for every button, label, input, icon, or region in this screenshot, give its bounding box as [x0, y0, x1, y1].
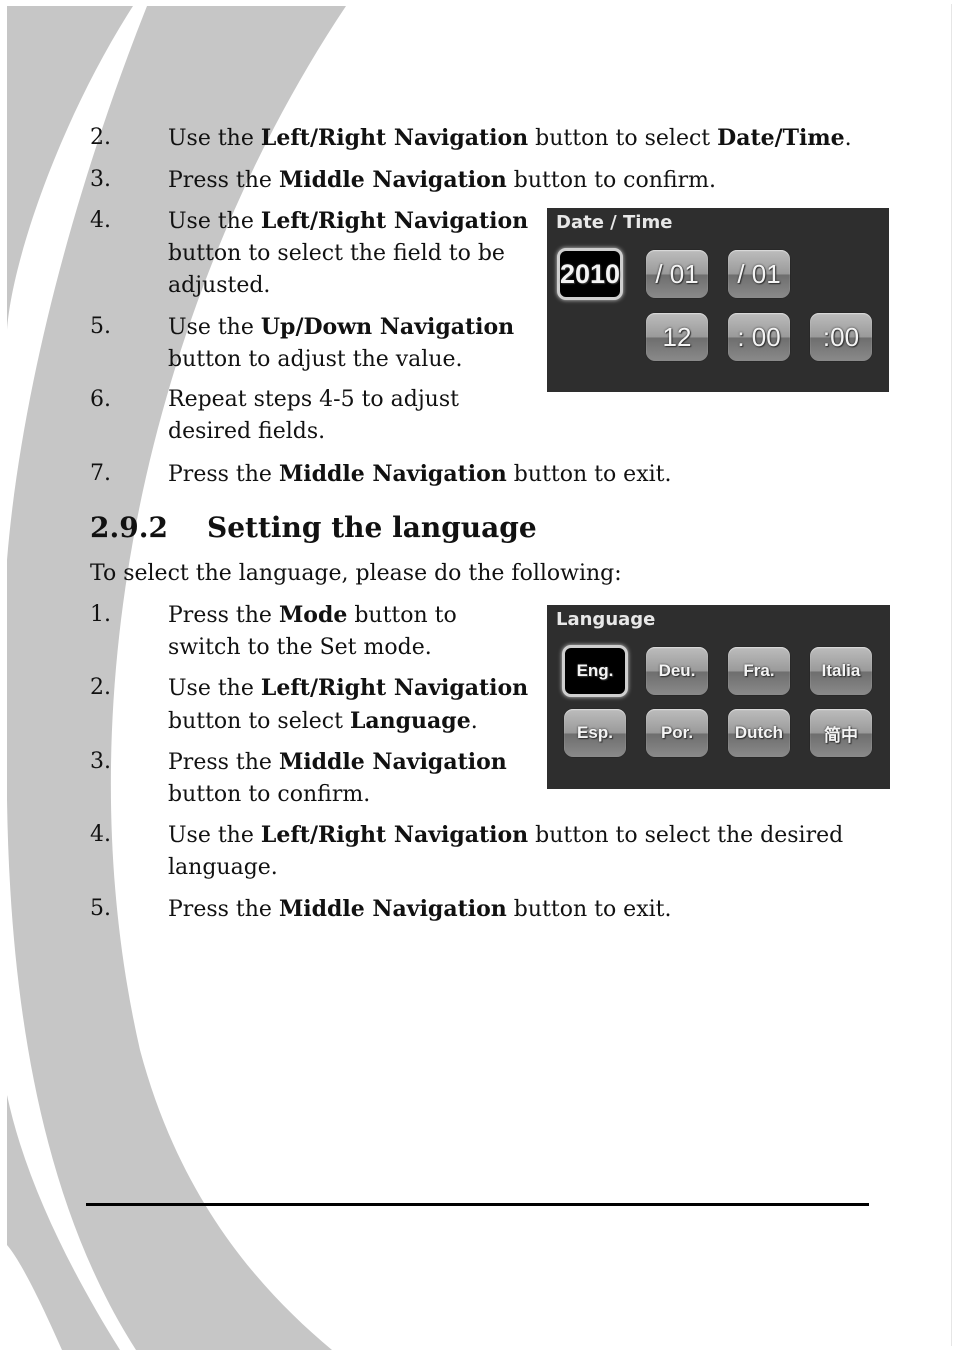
text-run: . [470, 709, 478, 734]
step-number: 4. [90, 208, 111, 233]
text-run: desired fields. [168, 419, 326, 444]
step-text: Press the Mode button to switch to the Se… [168, 599, 457, 664]
language-option-portuguese: Por. [646, 709, 708, 757]
step-number: 2. [90, 675, 111, 700]
language-option-german: Deu. [646, 647, 708, 695]
text-run: button to exit. [506, 462, 672, 487]
bold-term: Date/Time [717, 125, 845, 151]
text-run: button to adjust the value. [168, 347, 463, 372]
language-screen-image: Language Eng. Deu. Fra. Italia Esp. Por.… [547, 605, 890, 789]
step-text: Use the Left/Right Navigation button to s… [168, 672, 528, 738]
language-option-spanish: Esp. [564, 709, 626, 757]
text-run: Use the [168, 209, 261, 234]
text-run: Use the [168, 126, 261, 151]
text-run: Press the [168, 897, 279, 922]
bold-term: Left/Right Navigation [260, 125, 529, 151]
datetime-field-month: / 01 [646, 250, 708, 298]
language-option-french: Fra. [728, 647, 790, 695]
step-text: Press the Middle Navigation button to con… [168, 746, 507, 811]
text-run: Use the [168, 823, 261, 848]
step-number: 3. [90, 749, 111, 774]
text-run: button to [347, 603, 457, 628]
section-number: 2.9.2 [90, 511, 168, 544]
step-text: Press the Middle Navigation button to ex… [168, 893, 671, 926]
step-text: Press the Middle Navigation button to co… [168, 164, 716, 197]
text-run: Repeat steps 4-5 to adjust [168, 387, 459, 412]
step-number: 1. [90, 602, 111, 627]
step-text: Use the Left/Right Navigation button to … [168, 819, 843, 884]
section-title: Setting the language [207, 511, 537, 544]
bold-term: Left/Right Navigation [260, 208, 529, 234]
datetime-field-day: / 01 [728, 250, 790, 298]
text-run: button to select the field to be [168, 241, 505, 266]
text-run: . [844, 126, 852, 151]
text-run: button to select the desired [528, 823, 844, 848]
bold-term: Up/Down Navigation [260, 314, 515, 340]
text-run: Use the [168, 676, 261, 701]
text-run: adjusted. [168, 273, 271, 298]
bold-term: Middle Navigation [278, 167, 507, 193]
text-run: button to select [168, 709, 350, 734]
text-run: button to select [528, 126, 718, 151]
bold-term: Middle Navigation [278, 461, 507, 487]
step-number: 5. [90, 896, 111, 921]
text-run: Press the [168, 750, 279, 775]
text-run: button to confirm. [506, 168, 716, 193]
bold-term: Middle Navigation [278, 896, 507, 922]
step-number: 2. [90, 125, 111, 150]
datetime-field-hour: 12 [646, 313, 708, 361]
language-option-italian: Italia [810, 647, 872, 695]
footer-rule [86, 1203, 869, 1206]
bold-term: Left/Right Navigation [260, 822, 529, 848]
bold-term: Middle Navigation [278, 749, 507, 775]
step-text: Repeat steps 4-5 to adjust desired fields… [168, 384, 459, 448]
bold-term: Language [349, 708, 471, 734]
step-text: Press the Middle Navigation button to ex… [168, 458, 671, 491]
step-number: 7. [90, 461, 111, 486]
step-number: 3. [90, 167, 111, 192]
datetime-field-minute: : 00 [728, 313, 790, 361]
step-text: Use the Left/Right Navigation button to … [168, 122, 852, 155]
manual-page: 2. Use the Left/Right Navigation button … [0, 0, 954, 1350]
text-run: button to exit. [506, 897, 672, 922]
datetime-field-second: :00 [810, 313, 872, 361]
bold-term: Left/Right Navigation [260, 675, 529, 701]
text-run: switch to the Set mode. [168, 635, 432, 660]
step-text: Use the Up/Down Navigation button to adju… [168, 311, 514, 376]
bold-term: Mode [278, 602, 348, 628]
datetime-field-year: 2010 [557, 248, 623, 300]
datetime-screen-image: Date / Time 2010 / 01 / 01 12 : 00 :00 [547, 208, 889, 392]
step-text: Use the Left/Right Navigation button to s… [168, 205, 528, 302]
language-option-dutch: Dutch [728, 709, 790, 757]
step-number: 6. [90, 387, 111, 412]
text-run: Press the [168, 603, 279, 628]
text-run: button to confirm. [168, 782, 371, 807]
language-option-simplified-chinese: 简中 [810, 709, 872, 757]
language-option-english: Eng. [562, 645, 628, 697]
section-intro: To select the language, please do the fo… [90, 561, 622, 586]
step-number: 5. [90, 314, 111, 339]
datetime-panel-title: Date / Time [556, 212, 673, 233]
text-run: Press the [168, 168, 279, 193]
text-run: Use the [168, 315, 261, 340]
step-number: 4. [90, 822, 111, 847]
text-run: language. [168, 855, 278, 880]
language-panel-title: Language [556, 609, 656, 630]
text-run: Press the [168, 462, 279, 487]
